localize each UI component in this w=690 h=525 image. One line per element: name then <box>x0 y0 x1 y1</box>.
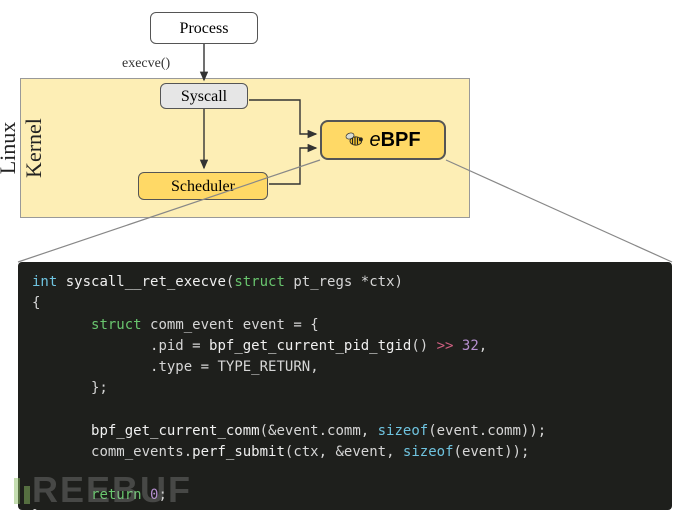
code-token: 32 <box>462 338 479 354</box>
code-token: &event.comm <box>268 423 361 439</box>
code-token: bpf_get_current_pid_tgid <box>209 338 411 354</box>
scheduler-node: Scheduler <box>138 172 268 200</box>
code-token: pt_regs <box>293 274 352 290</box>
code-token: &event <box>335 444 386 460</box>
execve-edge-label: execve() <box>122 56 170 72</box>
code-token: event <box>462 444 504 460</box>
code-token: event <box>243 317 285 333</box>
code-token: struct <box>91 317 142 333</box>
code-token: .pid <box>150 338 184 354</box>
code-token: comm_event <box>150 317 234 333</box>
ebpf-node: eBPF <box>320 120 446 160</box>
code-token: syscall__ret_execve <box>66 274 226 290</box>
code-token: sizeof <box>378 423 429 439</box>
linux-kernel-label: LinuxKernel <box>0 88 47 208</box>
code-token: TYPE_RETURN <box>217 359 310 375</box>
code-token: bpf_get_current_comm <box>91 423 260 439</box>
watermark: REEBUF <box>12 469 192 511</box>
ebpf-label: eBPF <box>369 129 420 152</box>
code-token: perf_submit <box>192 444 285 460</box>
watermark-text: REEBUF <box>32 469 192 510</box>
bee-icon <box>345 131 365 149</box>
diagram-area: LinuxKernel Process Syscall Scheduler eB… <box>0 0 690 230</box>
code-token: ctx <box>293 444 318 460</box>
process-node: Process <box>150 12 258 44</box>
code-token: event.comm <box>437 423 521 439</box>
code-token: sizeof <box>403 444 454 460</box>
code-token: .type <box>150 359 192 375</box>
code-token: struct <box>234 274 285 290</box>
code-token: int <box>32 274 57 290</box>
code-token: comm_events <box>91 444 184 460</box>
syscall-node: Syscall <box>160 83 248 109</box>
code-token: >> <box>437 338 454 354</box>
code-token: *ctx <box>361 274 395 290</box>
